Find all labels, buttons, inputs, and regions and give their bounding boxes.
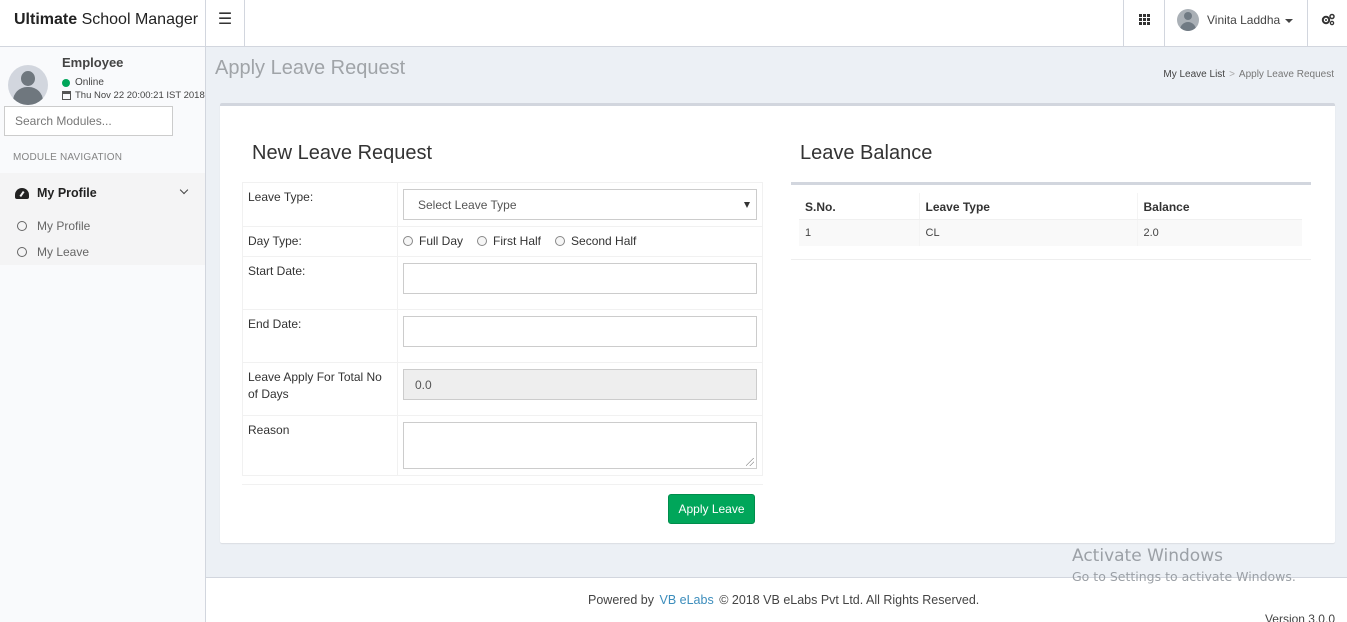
reason-textarea[interactable] xyxy=(403,422,757,469)
leave-type-label: Leave Type: xyxy=(242,182,398,227)
breadcrumb-link-my-leave-list[interactable]: My Leave List xyxy=(1163,69,1225,80)
grid-icon xyxy=(1138,14,1150,25)
role-label: Employee xyxy=(62,55,124,70)
column-header-leave-type: Leave Type xyxy=(918,193,1137,220)
employee-avatar-icon xyxy=(8,65,48,105)
sidebar-item-label: My Profile xyxy=(37,219,91,233)
dashboard-icon xyxy=(15,187,29,199)
sidebar-item-my-leave[interactable]: My Leave xyxy=(17,241,89,263)
user-name: Vinita Laddha xyxy=(1207,12,1281,27)
column-header-balance: Balance xyxy=(1136,193,1302,220)
total-days-input: 0.0 xyxy=(403,369,757,400)
settings-button[interactable] xyxy=(1307,0,1347,47)
start-date-input[interactable] xyxy=(403,263,757,294)
watermark-line2: Go to Settings to activate Windows. xyxy=(1072,569,1296,584)
sidebar-item-my-profile-group[interactable]: My Profile xyxy=(0,173,205,213)
radio-full-day[interactable]: Full Day xyxy=(403,234,463,248)
apply-leave-button[interactable]: Apply Leave xyxy=(668,494,755,524)
total-days-label: Leave Apply For Total No of Days xyxy=(242,362,398,416)
day-type-radio-group: Full Day First Half Second Half xyxy=(403,234,757,248)
user-avatar-icon xyxy=(1177,8,1199,31)
gears-icon xyxy=(1321,13,1335,26)
radio-label: First Half xyxy=(493,234,542,248)
sidebar-item-label: My Leave xyxy=(37,245,90,259)
radio-label: Full Day xyxy=(419,234,464,248)
radio-circle-icon xyxy=(555,236,566,246)
radio-label: Second Half xyxy=(571,234,637,248)
brand-logo[interactable]: Ultimate School Manager xyxy=(0,0,206,47)
menu-parent-label: My Profile xyxy=(37,186,97,200)
powered-by-label: Powered by xyxy=(588,593,655,607)
dropdown-arrow-icon xyxy=(744,201,750,208)
cell-leave-type: CL xyxy=(918,219,1137,246)
hamburger-icon: ☰ xyxy=(217,11,233,28)
footer-text: Powered by VB eLabs © 2018 VB eLabs Pvt … xyxy=(588,593,979,607)
user-menu-button[interactable]: Vinita Laddha xyxy=(1164,0,1307,47)
form-divider xyxy=(242,484,763,485)
breadcrumb: My Leave List > Apply Leave Request xyxy=(1163,69,1334,80)
sidebar-toggle-button[interactable]: ☰ xyxy=(206,0,245,47)
leave-request-form: Leave Type: Select Leave Type Day Type: … xyxy=(242,182,763,476)
header-right-nav: Vinita Laddha xyxy=(1123,0,1347,47)
status-dot-icon xyxy=(62,78,70,87)
top-header: Ultimate School Manager ☰ Vinita Laddha xyxy=(0,0,1347,47)
circle-icon xyxy=(17,221,27,231)
breadcrumb-separator: > xyxy=(1229,69,1235,80)
end-date-input[interactable] xyxy=(403,316,757,347)
start-date-label: Start Date: xyxy=(242,256,398,310)
activate-windows-watermark: Activate Windows Go to Settings to activ… xyxy=(1072,546,1296,584)
caret-down-icon xyxy=(1285,18,1294,23)
chevron-down-icon xyxy=(179,185,189,195)
radio-circle-icon xyxy=(403,236,413,246)
copyright-text: © 2018 VB eLabs Pvt Ltd. All Rights Rese… xyxy=(719,593,980,607)
nav-heading: MODULE NAVIGATION xyxy=(13,152,123,163)
cell-balance: 2.0 xyxy=(1136,219,1302,246)
radio-circle-icon xyxy=(477,236,488,246)
column-header-sno: S.No. xyxy=(799,193,919,220)
table-row: 1 CL 2.0 xyxy=(799,219,1302,246)
search-modules-input[interactable] xyxy=(4,106,173,136)
radio-first-half[interactable]: First Half xyxy=(477,234,541,248)
sidebar: Employee Online Thu Nov 22 20:00:21 IST … xyxy=(0,47,206,622)
leave-balance-title: Leave Balance xyxy=(800,142,933,164)
breadcrumb-current: Apply Leave Request xyxy=(1238,69,1334,80)
page-title: Apply Leave Request xyxy=(215,57,406,79)
cell-sno: 1 xyxy=(799,219,919,246)
menu-group-my-profile: My Profile My Profile My Leave xyxy=(0,173,205,265)
leave-type-select[interactable]: Select Leave Type xyxy=(403,189,757,220)
apps-button[interactable] xyxy=(1123,0,1164,47)
brand-rest: School Manager xyxy=(81,11,199,28)
reason-label: Reason xyxy=(242,415,398,476)
form-title: New Leave Request xyxy=(252,142,433,164)
end-date-label: End Date: xyxy=(242,309,398,363)
watermark-line1: Activate Windows xyxy=(1072,546,1223,566)
vb-elabs-link[interactable]: VB eLabs xyxy=(660,593,714,607)
sidebar-item-my-profile[interactable]: My Profile xyxy=(17,215,90,237)
leave-balance-table: S.No. Leave Type Balance 1 CL 2.0 xyxy=(799,193,1302,246)
leave-type-value: Select Leave Type xyxy=(418,197,517,212)
version-text: Version 3.0.0 xyxy=(1264,612,1335,622)
radio-second-half[interactable]: Second Half xyxy=(555,234,636,248)
circle-icon xyxy=(17,247,27,257)
session-datetime: Thu Nov 22 20:00:21 IST 2018 xyxy=(62,90,205,101)
day-type-label: Day Type: xyxy=(242,226,398,257)
resize-grip-icon[interactable] xyxy=(746,458,754,466)
brand-bold: Ultimate xyxy=(14,11,78,28)
online-status-text: Online xyxy=(75,77,104,88)
calendar-icon xyxy=(62,91,71,100)
datetime-text: Thu Nov 22 20:00:21 IST 2018 xyxy=(75,90,205,101)
online-status: Online xyxy=(62,77,104,88)
user-panel: Employee Online Thu Nov 22 20:00:21 IST … xyxy=(8,55,205,105)
